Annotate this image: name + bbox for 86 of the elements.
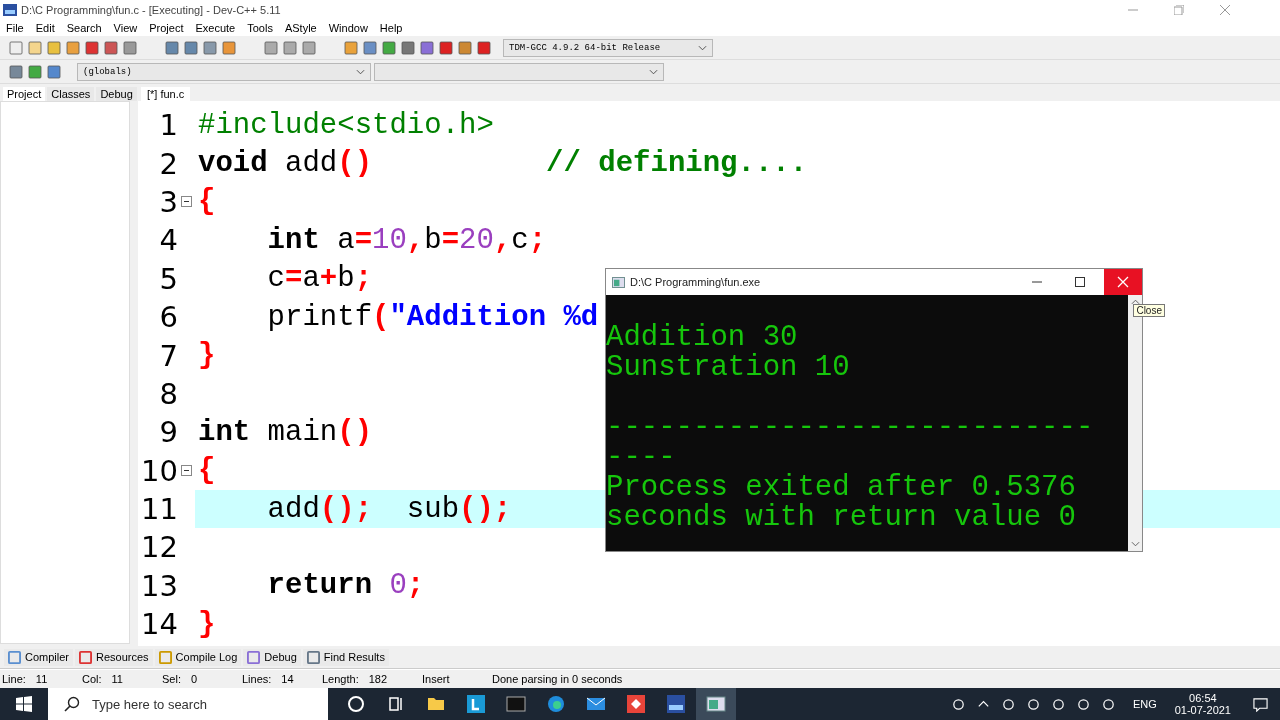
status-label: Lines: [242, 673, 272, 685]
window-title: D:\C Programming\fun.c - [Executing] - Dev-C++ 5.11 [21, 4, 281, 16]
code-line: void add() // defining.... [198, 147, 808, 181]
scroll-up-icon[interactable] [1130, 299, 1140, 305]
bottom-tab[interactable]: Debug [243, 648, 301, 666]
console-title: D:\C Programming\fun.exe [630, 276, 761, 288]
console-icon [612, 276, 625, 288]
line-number: 1 [158, 108, 178, 143]
console-output-line: Addition 30 [606, 323, 799, 353]
status-value: 182 [368, 673, 388, 685]
code-line: int main() [198, 415, 373, 449]
chevron-down-icon [698, 44, 707, 51]
bottom-tab[interactable]: Compiler [4, 648, 73, 666]
search-field[interactable]: Type here to search [48, 688, 328, 720]
code-line: { [198, 454, 216, 488]
app-icon [3, 4, 17, 16]
status-value: 11 [111, 673, 123, 685]
language-indicator[interactable]: ENG [1120, 698, 1169, 710]
code-line: return 0; [266, 569, 425, 603]
scroll-down-icon[interactable] [1130, 541, 1140, 547]
code-line: add(); sub(); [266, 492, 512, 526]
scope-select[interactable]: (globals) [77, 62, 371, 81]
chevron-down-icon [356, 68, 365, 75]
code-line: { [198, 185, 216, 219]
menu-item[interactable]: Edit [35, 22, 55, 34]
code-line: int a=10,b=20,c; [266, 223, 547, 257]
clock[interactable]: 06:54 01-07-2021 [1168, 692, 1237, 716]
menu-item[interactable]: View [113, 22, 138, 34]
line-number: 13 [140, 568, 178, 603]
code-line: c=a+b; [266, 262, 373, 296]
status-label: Line: [2, 673, 26, 685]
file-tab[interactable]: [*] fun.c [141, 87, 191, 101]
status-value: 0 [190, 673, 198, 685]
line-number: 2 [158, 146, 178, 181]
status-value: Done parsing in 0 seconds [492, 673, 623, 685]
menu-item[interactable]: Project [149, 22, 184, 34]
search-icon [64, 696, 80, 712]
menu-item[interactable]: File [6, 22, 24, 34]
line-number: 8 [158, 376, 178, 411]
fold-icon[interactable] [181, 196, 192, 208]
chevron-down-icon [649, 68, 658, 75]
panel-tab[interactable]: Classes [47, 87, 95, 101]
line-number: 5 [158, 261, 178, 296]
panel-tab[interactable]: Project [3, 87, 46, 101]
bottom-tab[interactable]: Compile Log [154, 648, 242, 666]
code-line: #include<stdio.h> [198, 108, 494, 142]
line-number: 10 [140, 453, 178, 488]
code-line: } [198, 339, 216, 373]
menu-item[interactable]: Execute [195, 22, 236, 34]
line-number: 14 [140, 607, 178, 642]
line-number: 3 [158, 184, 178, 219]
menu-item[interactable]: AStyle [284, 22, 317, 34]
console-output-line: ---- [606, 443, 677, 473]
menu-item[interactable]: Help [379, 22, 403, 34]
panel-tab[interactable]: Debug [96, 87, 137, 101]
console-output-line: ---------------------------- [606, 413, 1095, 443]
fold-icon[interactable] [181, 465, 192, 477]
line-number: 11 [140, 492, 178, 527]
status-value: Insert [422, 673, 450, 685]
status-label: Length: [322, 673, 359, 685]
line-number: 6 [158, 300, 178, 335]
console-window-icon[interactable] [706, 694, 726, 714]
code-line: } [198, 607, 216, 641]
bottom-tab[interactable]: Find Results [302, 648, 389, 666]
menu-item[interactable]: Window [328, 22, 368, 34]
close-icon[interactable] [1220, 5, 1230, 15]
menu-item[interactable]: Search [66, 22, 102, 34]
code-line: printf("Addition %d [266, 300, 599, 334]
clock-date: 01-07-2021 [1174, 704, 1231, 716]
status-label: Sel: [162, 673, 181, 685]
console-output-line: Sunstration 10 [606, 353, 851, 383]
line-number: 9 [158, 415, 178, 450]
line-number: 12 [140, 530, 178, 565]
status-value: 14 [281, 673, 294, 685]
console-output-line: seconds with return value 0 [606, 503, 1077, 533]
line-number: 4 [158, 223, 178, 258]
close-button[interactable] [1104, 269, 1142, 295]
compiler-select[interactable]: TDM-GCC 4.9.2 64-bit Release [503, 38, 713, 57]
status-value: 11 [35, 673, 48, 685]
clock-time: 06:54 [1189, 692, 1217, 704]
menu-item[interactable]: Tools [247, 22, 273, 34]
line-number: 7 [158, 338, 178, 373]
console-output-line: Process exited after 0.5376 [606, 473, 1077, 503]
tooltip: Close [1133, 304, 1165, 317]
status-label: Col: [82, 673, 102, 685]
bottom-tab[interactable]: Resources [75, 648, 153, 666]
